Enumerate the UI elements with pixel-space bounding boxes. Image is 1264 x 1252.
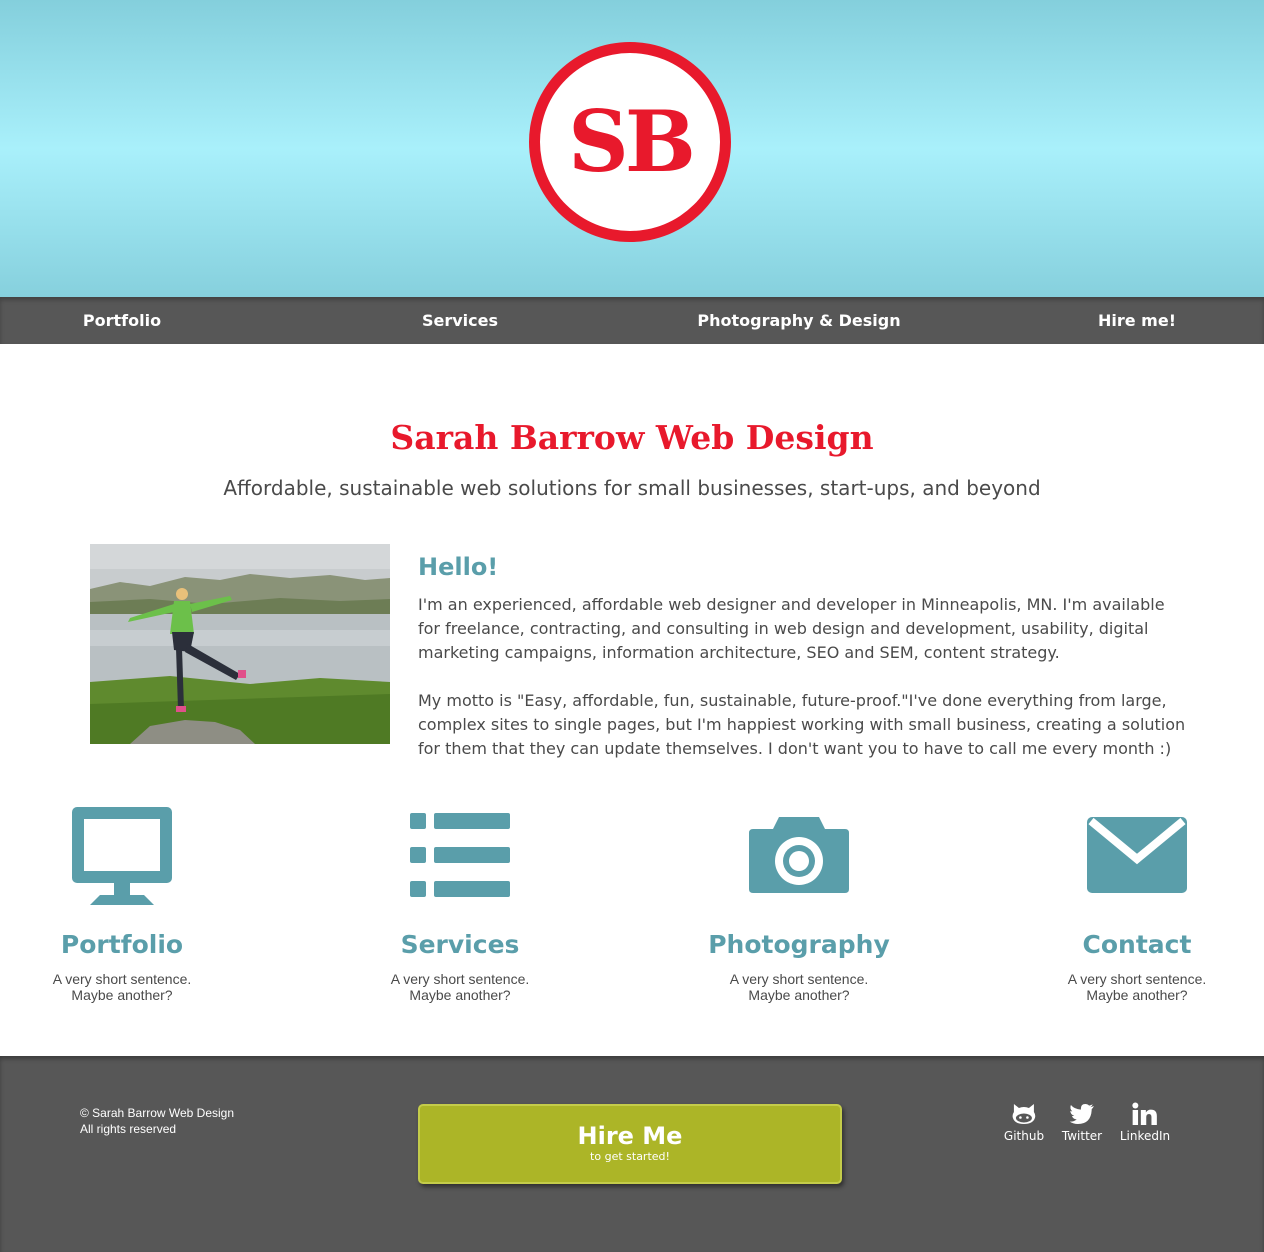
hire-me-sublabel: to get started! (590, 1150, 670, 1163)
feature-contact[interactable]: Contact A very short sentence. Maybe ano… (987, 800, 1264, 1003)
feature-title: Portfolio (60, 930, 184, 959)
nav-item-photography-design[interactable]: Photography & Design (697, 297, 900, 344)
profile-photo (90, 544, 390, 744)
twitter-icon (1062, 1102, 1102, 1126)
linkedin-icon (1120, 1102, 1170, 1126)
social-label: LinkedIn (1119, 1129, 1171, 1143)
logo[interactable]: SB (529, 42, 731, 242)
copyright: © Sarah Barrow Web Design All rights res… (80, 1106, 235, 1136)
github-icon (1004, 1102, 1044, 1126)
nav-item-services[interactable]: Services (422, 297, 498, 344)
feature-title: Contact (1082, 930, 1192, 959)
hello-paragraph: I'm an experienced, affordable web desig… (418, 595, 1165, 662)
feature-title: Photography (708, 930, 890, 959)
social-link-twitter[interactable]: Twitter (1062, 1102, 1102, 1143)
main-nav: Portfolio Services Photography & Design … (0, 297, 1264, 344)
hello-heading: Hello! (418, 553, 499, 581)
nav-item-hire-me[interactable]: Hire me! (1098, 297, 1176, 344)
feature-portfolio[interactable]: Portfolio A very short sentence. Maybe a… (0, 800, 272, 1003)
footer: © Sarah Barrow Web Design All rights res… (0, 1056, 1264, 1252)
hire-me-button[interactable]: Hire Me to get started! (418, 1104, 842, 1184)
nav-item-portfolio[interactable]: Portfolio (83, 297, 161, 344)
feature-title: Services (400, 930, 520, 959)
social-label: Github (1003, 1129, 1045, 1143)
social-label: Twitter (1061, 1129, 1103, 1143)
feature-description: A very short sentence. Maybe another? (390, 971, 530, 1003)
feature-description: A very short sentence. Maybe another? (729, 971, 869, 1003)
header-banner: SB (0, 0, 1264, 297)
feature-description: A very short sentence. Maybe another? (52, 971, 192, 1003)
hire-me-label: Hire Me (577, 1122, 683, 1150)
social-link-github[interactable]: Github (1004, 1102, 1044, 1143)
tagline: Affordable, sustainable web solutions fo… (223, 476, 1041, 500)
motto-paragraph: My motto is "Easy, affordable, fun, sust… (418, 691, 1186, 758)
monitor-icon (0, 800, 272, 910)
logo-text: SB (568, 92, 696, 191)
feature-description: A very short sentence. Maybe another? (1067, 971, 1207, 1003)
camera-icon (649, 800, 949, 910)
site-title: Sarah Barrow Web Design (390, 418, 874, 457)
list-icon (310, 800, 610, 910)
social-link-linkedin[interactable]: LinkedIn (1120, 1102, 1170, 1143)
envelope-icon (987, 800, 1264, 910)
feature-services[interactable]: Services A very short sentence. Maybe an… (310, 800, 610, 1003)
feature-photography[interactable]: Photography A very short sentence. Maybe… (649, 800, 949, 1003)
